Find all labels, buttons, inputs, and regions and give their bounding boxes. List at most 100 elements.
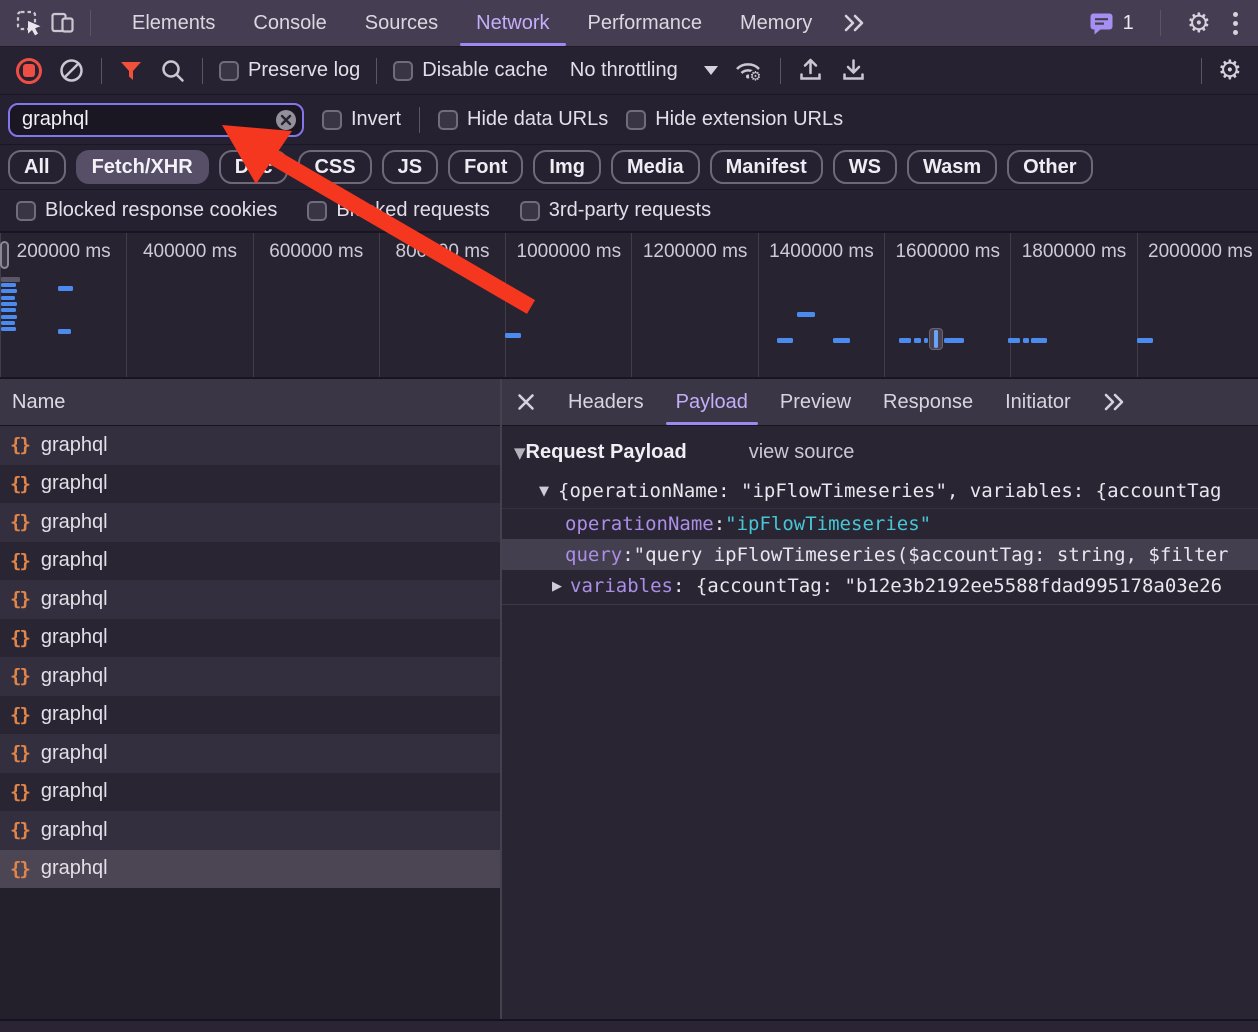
search-icon[interactable] <box>160 58 186 84</box>
export-har-icon[interactable] <box>840 57 867 84</box>
settings-gear-icon[interactable]: ⚙ <box>1187 10 1211 37</box>
close-detail-icon[interactable] <box>516 392 536 412</box>
resource-type-pill[interactable]: Wasm <box>907 150 997 184</box>
kebab-menu-icon[interactable] <box>1227 12 1244 35</box>
request-list-header[interactable]: Name <box>0 379 500 426</box>
request-row[interactable]: {} graphql <box>0 773 500 812</box>
detail-tab[interactable]: Payload <box>660 379 764 425</box>
request-payload-section[interactable]: ▼ Request Payload view source <box>502 426 1258 472</box>
hide-data-urls-checkbox[interactable] <box>438 110 458 130</box>
request-row[interactable]: {} graphql <box>0 811 500 850</box>
extra-filters-bar: Blocked response cookies Blocked request… <box>0 190 1258 233</box>
request-name: graphql <box>41 819 108 842</box>
timeline-request-bar <box>1023 338 1029 343</box>
extra-filter-control: 3rd-party requests <box>520 199 711 222</box>
resource-type-pill[interactable]: Other <box>1007 150 1092 184</box>
payload-root-row[interactable]: ▼ {operationName: "ipFlowTimeseries", va… <box>502 472 1258 508</box>
record-network-log-button[interactable] <box>16 58 42 84</box>
inspect-element-icon[interactable] <box>12 6 46 40</box>
request-row[interactable]: {} graphql <box>0 580 500 619</box>
request-row[interactable]: {} graphql <box>0 734 500 773</box>
preserve-log-checkbox[interactable] <box>219 61 239 81</box>
status-bar <box>0 1019 1258 1032</box>
detail-tab[interactable]: Initiator <box>989 379 1087 425</box>
disable-cache-checkbox[interactable] <box>393 61 413 81</box>
json-braces-icon: {} <box>10 704 31 726</box>
detail-tab[interactable]: Headers <box>552 379 660 425</box>
extra-filter-label: Blocked response cookies <box>45 199 277 222</box>
more-detail-tabs-icon[interactable] <box>1091 390 1137 414</box>
detail-tab[interactable]: Response <box>867 379 989 425</box>
timeline-request-bar <box>1 302 17 306</box>
json-braces-icon: {} <box>10 627 31 649</box>
clear-network-log-button[interactable] <box>58 57 85 84</box>
network-conditions-icon[interactable]: ⚙ <box>734 57 764 84</box>
json-braces-icon: {} <box>10 473 31 495</box>
timeline-request-bar <box>1 289 17 293</box>
timeline-request-bar <box>1 283 16 287</box>
detail-tabs-bar: HeadersPayloadPreviewResponseInitiator <box>502 379 1258 426</box>
resource-type-pill[interactable]: Media <box>611 150 700 184</box>
resource-type-pill[interactable]: Fetch/XHR <box>76 150 209 184</box>
overview-drag-handle[interactable] <box>0 241 9 269</box>
panel-tabs: ElementsConsoleSourcesNetworkPerformance… <box>113 0 831 46</box>
variables-row[interactable]: ▶ variables: {accountTag: "b12e3b2192ee5… <box>502 570 1258 605</box>
request-row[interactable]: {} graphql <box>0 850 500 889</box>
invert-checkbox[interactable] <box>322 110 342 130</box>
resource-type-pill[interactable]: JS <box>382 150 438 184</box>
clear-filter-icon[interactable] <box>274 108 298 132</box>
panel-tab[interactable]: Memory <box>721 0 831 46</box>
panel-tab[interactable]: Console <box>234 0 345 46</box>
collapsed-triangle-icon[interactable]: ▶ <box>552 579 562 594</box>
collapse-triangle-icon[interactable]: ▼ <box>514 444 526 462</box>
extra-filter-checkbox[interactable] <box>307 201 327 221</box>
throttling-select[interactable]: No throttling <box>570 59 718 82</box>
request-row[interactable]: {} graphql <box>0 542 500 581</box>
resource-type-pill[interactable]: Manifest <box>710 150 823 184</box>
network-settings-gear-icon[interactable]: ⚙ <box>1218 57 1242 84</box>
query-row[interactable]: query: "query ipFlowTimeseries($accountT… <box>502 539 1258 570</box>
extra-filter-checkbox[interactable] <box>16 201 36 221</box>
operation-name-row[interactable]: operationName: "ipFlowTimeseries" <box>502 508 1258 539</box>
issues-counter[interactable]: 1 <box>1089 11 1134 36</box>
expanded-triangle-icon[interactable]: ▼ <box>539 484 549 499</box>
request-detail-panel: HeadersPayloadPreviewResponseInitiator ▼… <box>502 379 1258 1019</box>
hide-extension-urls-checkbox[interactable] <box>626 110 646 130</box>
more-panels-icon[interactable] <box>831 11 877 35</box>
panel-tab[interactable]: Elements <box>113 0 234 46</box>
request-row[interactable]: {} graphql <box>0 465 500 504</box>
request-name: graphql <box>41 511 108 534</box>
network-overview-timeline[interactable]: 200000 ms400000 ms600000 ms800000 ms1000… <box>0 233 1258 379</box>
property-key: query <box>565 544 622 566</box>
request-row[interactable]: {} graphql <box>0 619 500 658</box>
resource-type-pill[interactable]: CSS <box>298 150 371 184</box>
request-row[interactable]: {} graphql <box>0 426 500 465</box>
timeline-request-bar <box>833 338 850 343</box>
device-toolbar-icon[interactable] <box>46 6 80 40</box>
toolbar-divider <box>1201 58 1202 84</box>
request-row[interactable]: {} graphql <box>0 696 500 735</box>
filter-input[interactable] <box>8 103 304 137</box>
extra-filter-label: 3rd-party requests <box>549 199 711 222</box>
panel-tab[interactable]: Sources <box>346 0 457 46</box>
request-row[interactable]: {} graphql <box>0 657 500 696</box>
resource-type-pill[interactable]: All <box>8 150 66 184</box>
extra-filter-checkbox[interactable] <box>520 201 540 221</box>
resource-type-pill[interactable]: WS <box>833 150 897 184</box>
timeline-request-bar <box>797 312 815 317</box>
timeline-request-bar <box>1 308 16 312</box>
hide-data-urls-control: Hide data URLs <box>438 108 608 131</box>
resource-type-pill[interactable]: Img <box>533 150 601 184</box>
property-key: variables <box>570 575 673 597</box>
resource-type-pill[interactable]: Font <box>448 150 523 184</box>
request-row[interactable]: {} graphql <box>0 503 500 542</box>
timeline-request-bar <box>944 338 964 343</box>
import-har-icon[interactable] <box>797 57 824 84</box>
resource-type-pill[interactable]: Doc <box>219 150 289 184</box>
view-source-link[interactable]: view source <box>749 441 855 464</box>
panel-tab[interactable]: Performance <box>569 0 722 46</box>
filter-toggle-icon[interactable] <box>118 58 144 84</box>
panel-tab[interactable]: Network <box>457 0 568 46</box>
detail-tab[interactable]: Preview <box>764 379 867 425</box>
request-name: graphql <box>41 742 108 765</box>
